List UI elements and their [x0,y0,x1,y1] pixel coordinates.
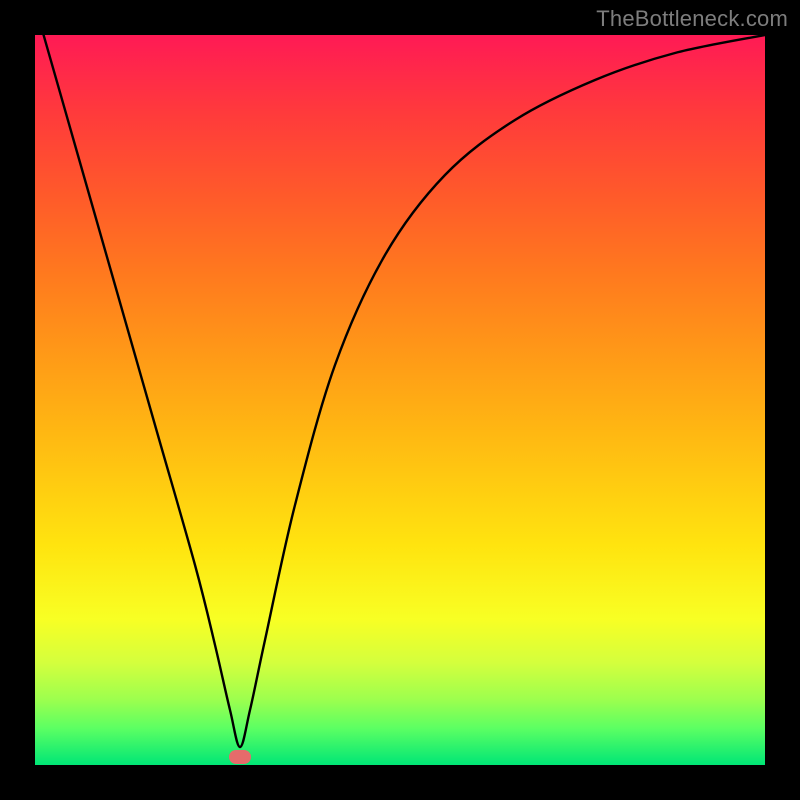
chart-frame: TheBottleneck.com [0,0,800,800]
plot-area [35,35,765,765]
watermark-text: TheBottleneck.com [596,6,788,32]
minimum-marker [229,750,251,764]
bottleneck-curve [35,35,765,765]
